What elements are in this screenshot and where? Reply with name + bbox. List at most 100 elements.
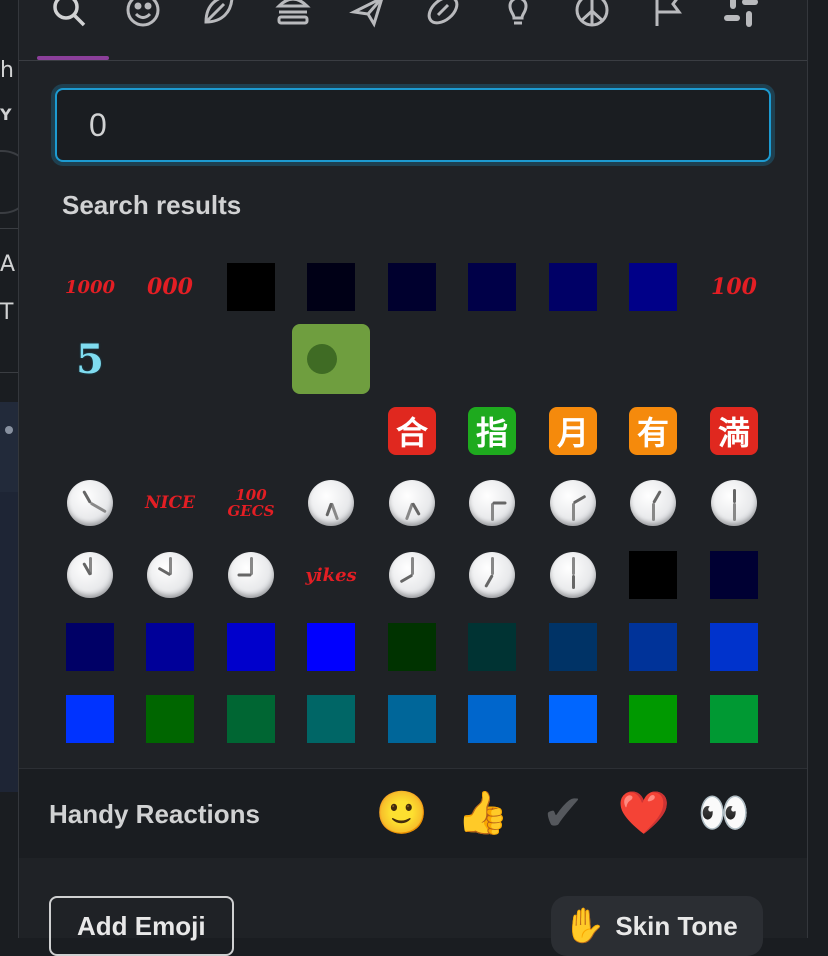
background-panel: [0, 402, 18, 492]
emoji-100gecs[interactable]: 100 GECS: [215, 470, 287, 536]
color-swatch: [468, 623, 516, 671]
emoji-color-square[interactable]: [456, 686, 528, 752]
emoji-color-square[interactable]: [376, 614, 448, 680]
peace-icon[interactable]: [570, 0, 614, 32]
heart-icon[interactable]: ❤️: [614, 783, 674, 843]
emoji-color-square[interactable]: [456, 614, 528, 680]
eyes-icon[interactable]: 👀: [694, 783, 754, 843]
lightbulb-icon[interactable]: [496, 0, 540, 32]
burger-icon[interactable]: [271, 0, 315, 32]
emoji-color-square[interactable]: [215, 614, 287, 680]
clock-face: [308, 480, 354, 526]
emoji-color-square[interactable]: [537, 686, 609, 752]
emoji-search-input[interactable]: [57, 90, 769, 160]
clock-hour-hand: [411, 502, 421, 516]
color-swatch: [66, 623, 114, 671]
emoji-color-square[interactable]: [295, 254, 367, 320]
emoji-color-square[interactable]: [617, 254, 689, 320]
emoji-color-square[interactable]: [537, 254, 609, 320]
emoji-cjk-reserved[interactable]: 指: [456, 398, 528, 464]
emoji-blank[interactable]: [134, 326, 206, 392]
emoji-color-square[interactable]: [698, 686, 770, 752]
emoji-1000[interactable]: 1000: [54, 254, 126, 320]
picker-footer: Add Emoji ✋ Skin Tone: [19, 858, 807, 956]
emoji-clock[interactable]: [54, 470, 126, 536]
emoji-clock[interactable]: [456, 542, 528, 608]
emoji-search-box[interactable]: [55, 88, 771, 162]
clock-hour-hand: [82, 490, 92, 504]
emoji-blank[interactable]: [54, 398, 126, 464]
emoji-clock[interactable]: [376, 542, 448, 608]
emoji-color-square[interactable]: [215, 254, 287, 320]
search-icon[interactable]: [47, 0, 91, 32]
emoji-clock[interactable]: [456, 470, 528, 536]
emoji-cjk-no-vacancy[interactable]: 満: [698, 398, 770, 464]
color-swatch: [549, 263, 597, 311]
emoji-color-square[interactable]: [134, 614, 206, 680]
slightly-smiling-face-icon[interactable]: 🙂: [372, 783, 432, 843]
emoji-cjk-monthly[interactable]: 月: [537, 398, 609, 464]
emoji-clock[interactable]: [617, 470, 689, 536]
emoji-color-square[interactable]: [54, 614, 126, 680]
emoji-clock[interactable]: [537, 470, 609, 536]
emoji-cjk-not-free[interactable]: 有: [617, 398, 689, 464]
emoji-blank[interactable]: [617, 326, 689, 392]
emoji-yikes[interactable]: yikes: [295, 542, 367, 608]
emoji-cjk-agreement[interactable]: 合: [376, 398, 448, 464]
clock-face: [228, 552, 274, 598]
emoji-color-square[interactable]: [376, 686, 448, 752]
airplane-icon[interactable]: [346, 0, 390, 32]
football-icon[interactable]: [421, 0, 465, 32]
emoji-color-square[interactable]: [617, 542, 689, 608]
emoji-100[interactable]: 100: [698, 254, 770, 320]
emoji-clock[interactable]: [537, 542, 609, 608]
emoji-blank[interactable]: [698, 326, 770, 392]
slack-icon[interactable]: [719, 0, 763, 32]
emoji-nice[interactable]: NICE: [134, 470, 206, 536]
emoji-color-square[interactable]: [376, 254, 448, 320]
handy-reactions-label: Handy Reactions: [49, 799, 260, 829]
color-swatch: [227, 263, 275, 311]
emoji-blank[interactable]: [537, 326, 609, 392]
emoji-color-square[interactable]: [537, 614, 609, 680]
emoji-color-square[interactable]: [215, 686, 287, 752]
emoji-clock[interactable]: [295, 470, 367, 536]
emoji-clock[interactable]: [54, 542, 126, 608]
cjk-glyph: 合: [388, 407, 436, 455]
flag-icon[interactable]: [645, 0, 689, 32]
color-swatch: [629, 623, 677, 671]
background-text: h: [0, 58, 14, 83]
smiley-icon[interactable]: [121, 0, 165, 32]
emoji-clock[interactable]: [698, 470, 770, 536]
emoji-blank[interactable]: [215, 398, 287, 464]
emoji-blank[interactable]: [134, 398, 206, 464]
emoji-color-square[interactable]: [295, 686, 367, 752]
emoji-blank[interactable]: [215, 326, 287, 392]
emoji-color-square[interactable]: [617, 686, 689, 752]
check-mark-icon[interactable]: ✔: [533, 783, 593, 843]
emoji-clock[interactable]: [134, 542, 206, 608]
emoji-000[interactable]: 000: [134, 254, 206, 320]
clock-face: [389, 552, 435, 598]
emoji-green-dot[interactable]: [292, 324, 370, 394]
leaf-icon[interactable]: [196, 0, 240, 32]
emoji-clock[interactable]: [215, 542, 287, 608]
add-emoji-button[interactable]: Add Emoji: [49, 896, 234, 956]
emoji-color-square[interactable]: [617, 614, 689, 680]
emoji-color-square[interactable]: [134, 686, 206, 752]
emoji-color-square[interactable]: [698, 614, 770, 680]
emoji-color-square[interactable]: [698, 542, 770, 608]
emoji-blank[interactable]: [376, 326, 448, 392]
emoji-five[interactable]: 5: [54, 326, 126, 392]
color-swatch: [66, 695, 114, 743]
emoji-blank[interactable]: [295, 398, 367, 464]
skin-tone-button[interactable]: ✋ Skin Tone: [551, 896, 763, 956]
thumbs-up-icon[interactable]: 👍: [453, 783, 513, 843]
emoji-color-square[interactable]: [295, 614, 367, 680]
emoji-color-square[interactable]: [54, 686, 126, 752]
emoji-blank[interactable]: [456, 326, 528, 392]
clock-minute-hand: [491, 557, 494, 575]
emoji-clock[interactable]: [376, 470, 448, 536]
emoji-color-square[interactable]: [456, 254, 528, 320]
background-panel: [0, 492, 18, 792]
